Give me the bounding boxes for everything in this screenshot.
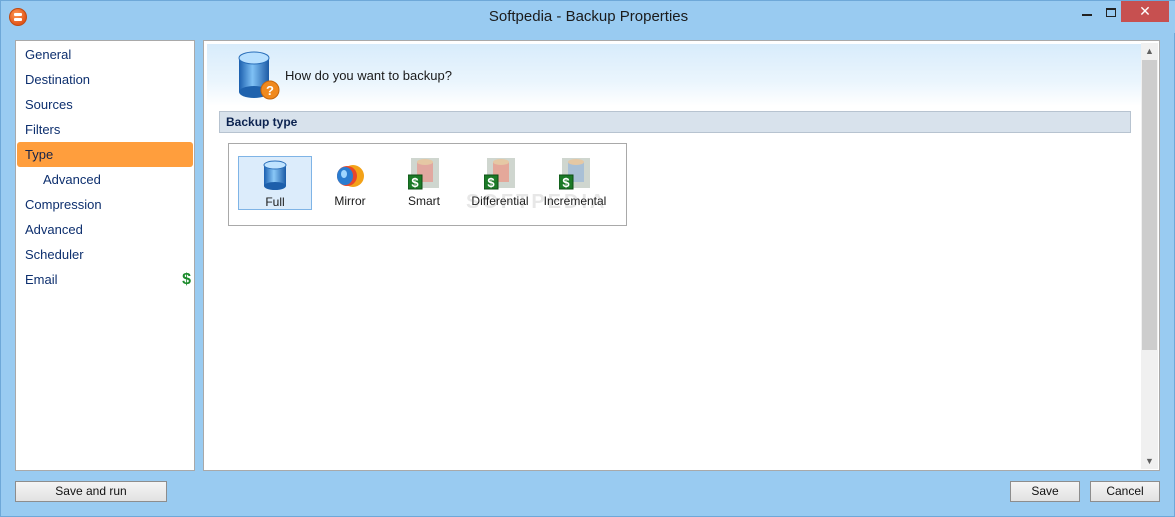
watermark: SOFTPEDIA: [466, 191, 608, 213]
sidebar-item-label: Email: [25, 272, 58, 287]
sidebar-item-label: General: [25, 47, 72, 62]
svg-text:$: $: [487, 175, 495, 190]
sidebar-item-label: Type: [25, 147, 54, 162]
backup-type-label: Mirror: [334, 194, 366, 208]
sidebar-item-email[interactable]: Email $: [16, 267, 194, 292]
scroll-down-icon[interactable]: ▼: [1141, 453, 1158, 469]
svg-text:?: ?: [266, 83, 274, 98]
main-panel: ? How do you want to backup? Backup type: [203, 40, 1160, 471]
backup-type-mirror[interactable]: Mirror: [317, 156, 383, 210]
close-button[interactable]: ✕: [1121, 1, 1169, 22]
sidebar-item-label: Advanced: [43, 172, 101, 187]
sidebar-item-type-advanced[interactable]: Advanced: [16, 167, 194, 192]
sidebar-item-destination[interactable]: Destination: [16, 67, 194, 92]
backup-type-label: Smart: [407, 194, 440, 208]
svg-text:$: $: [411, 175, 419, 190]
app-window: Softpedia - Backup Properties ✕ General …: [0, 0, 1175, 517]
scroll-thumb[interactable]: [1142, 60, 1157, 350]
sidebar-item-label: Scheduler: [25, 247, 84, 262]
sidebar-item-type[interactable]: Type: [17, 142, 193, 167]
close-icon: ✕: [1139, 3, 1151, 19]
sidebar-item-filters[interactable]: Filters: [16, 117, 194, 142]
sidebar-item-scheduler[interactable]: Scheduler: [16, 242, 194, 267]
section-title: Backup type: [219, 111, 1131, 133]
header-question: How do you want to backup?: [285, 68, 452, 83]
minimize-icon: [1082, 14, 1092, 16]
vertical-scrollbar[interactable]: ▲ ▼: [1141, 43, 1158, 469]
database-blue-icon: [259, 159, 291, 191]
database-question-icon: ?: [235, 50, 281, 102]
database-locked-dollar-icon: $: [483, 158, 516, 190]
sidebar-item-label: Sources: [25, 97, 73, 112]
sidebar-item-label: Destination: [25, 72, 91, 87]
header-band: ? How do you want to backup?: [207, 44, 1142, 106]
backup-type-full[interactable]: Full: [238, 156, 312, 210]
database-locked-dollar-icon: $: [407, 158, 440, 190]
mirror-disc-icon: [334, 158, 366, 190]
backup-type-label: Full: [265, 195, 285, 209]
sidebar-item-advanced[interactable]: Advanced: [16, 217, 194, 242]
svg-text:$: $: [562, 175, 570, 190]
dollar-icon: $: [182, 271, 191, 288]
sidebar-nav: General Destination Sources Filters Type…: [15, 40, 195, 471]
backup-type-smart[interactable]: $ Smart: [393, 156, 455, 210]
database-locked-dollar-icon: $: [558, 158, 591, 190]
cancel-button[interactable]: Cancel: [1090, 481, 1160, 502]
save-button[interactable]: Save: [1010, 481, 1080, 502]
sidebar-item-label: Filters: [25, 122, 61, 137]
scroll-up-icon[interactable]: ▲: [1141, 43, 1158, 59]
sidebar-item-general[interactable]: General: [16, 42, 194, 67]
maximize-icon: [1106, 7, 1116, 17]
save-and-run-button[interactable]: Save and run: [15, 481, 167, 502]
sidebar-item-compression[interactable]: Compression: [16, 192, 194, 217]
title-bar[interactable]: Softpedia - Backup Properties ✕: [1, 1, 1175, 33]
sidebar-item-sources[interactable]: Sources: [16, 92, 194, 117]
sidebar-item-label: Advanced: [25, 222, 83, 237]
sidebar-item-label: Compression: [25, 197, 102, 212]
window-title: Softpedia - Backup Properties: [488, 8, 689, 25]
